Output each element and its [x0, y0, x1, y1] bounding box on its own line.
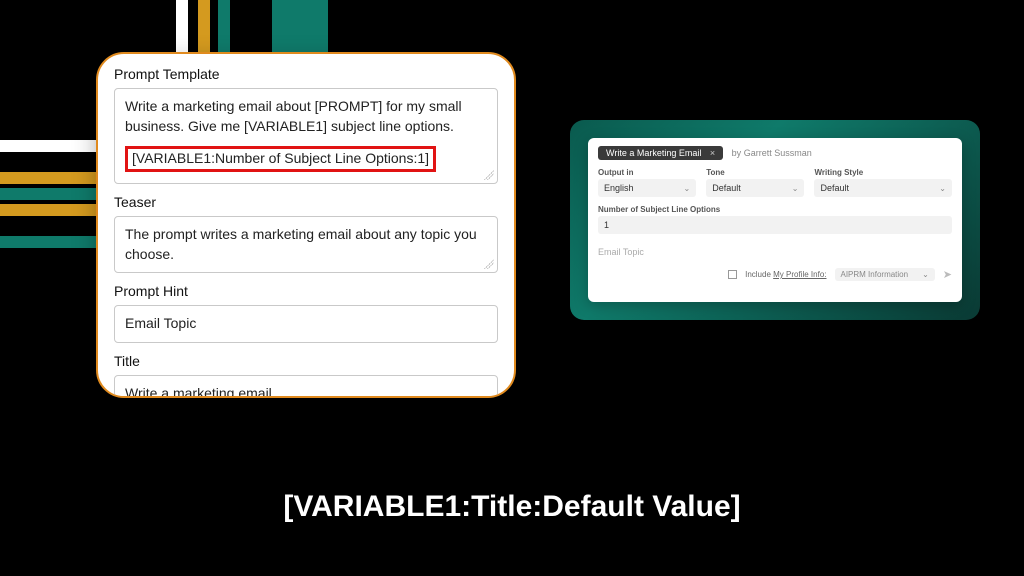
profile-info-link[interactable]: My Profile Info:: [773, 270, 826, 279]
prompt-editor-panel: Prompt Template Write a marketing email …: [96, 52, 516, 398]
teaser-label: Teaser: [114, 194, 498, 210]
prompt-template-text: Write a marketing email about [PROMPT] f…: [125, 98, 462, 134]
prompt-footer: Include My Profile Info: AIPRM Informati…: [598, 268, 952, 281]
title-label: Title: [114, 353, 498, 369]
variable-definition-highlight: [VARIABLE1:Number of Subject Line Option…: [125, 146, 436, 172]
prompt-chip[interactable]: Write a Marketing Email ×: [598, 146, 723, 160]
prompt-chip-label: Write a Marketing Email: [606, 148, 701, 158]
title-input[interactable]: Write a marketing email: [114, 375, 498, 398]
deco-bar: [0, 172, 96, 184]
deco-bar: [0, 204, 96, 216]
prompt-template-textarea[interactable]: Write a marketing email about [PROMPT] f…: [114, 88, 498, 184]
chevron-down-icon: ⌄: [939, 184, 946, 193]
deco-bar: [0, 188, 96, 200]
title-text: Write a marketing email: [125, 385, 272, 398]
prompt-hint-text: Email Topic: [125, 315, 196, 331]
writing-style-label: Writing Style: [814, 168, 952, 177]
deco-bar: [0, 140, 96, 152]
teaser-text: The prompt writes a marketing email abou…: [125, 226, 477, 262]
chevron-down-icon: ⌄: [792, 184, 799, 193]
variable-label: Number of Subject Line Options: [598, 205, 952, 214]
deco-bar: [0, 236, 96, 248]
tone-value: Default: [712, 183, 741, 193]
chevron-down-icon: ⌄: [922, 270, 929, 279]
send-icon[interactable]: ➤: [943, 268, 952, 281]
deco-stripe: [176, 0, 188, 55]
close-icon[interactable]: ×: [710, 148, 715, 158]
syntax-caption: [VARIABLE1:Title:Default Value]: [0, 490, 1024, 524]
author-byline: by Garrett Sussman: [732, 148, 812, 158]
deco-stripe: [198, 0, 210, 55]
output-in-value: English: [604, 183, 634, 193]
deco-bar: [0, 156, 96, 168]
resize-handle-icon[interactable]: [484, 259, 494, 269]
include-profile-checkbox[interactable]: [728, 270, 737, 279]
profile-info-value: AIPRM Information: [841, 270, 909, 279]
chevron-down-icon: ⌄: [684, 184, 691, 193]
tone-label: Tone: [706, 168, 804, 177]
output-in-label: Output in: [598, 168, 696, 177]
email-topic-placeholder: Email Topic: [598, 247, 644, 257]
include-label: Include My Profile Info:: [745, 270, 826, 279]
resize-handle-icon[interactable]: [484, 170, 494, 180]
prompt-hint-label: Prompt Hint: [114, 283, 498, 299]
writing-style-value: Default: [820, 183, 849, 193]
prompt-runner-card: Write a Marketing Email × by Garrett Sus…: [588, 138, 962, 302]
tone-select[interactable]: Default ⌄: [706, 179, 804, 197]
deco-stripe: [218, 0, 230, 55]
deco-stripe: [272, 0, 328, 55]
profile-info-select[interactable]: AIPRM Information ⌄: [835, 268, 935, 281]
writing-style-select[interactable]: Default ⌄: [814, 179, 952, 197]
prompt-hint-input[interactable]: Email Topic: [114, 305, 498, 343]
email-topic-input[interactable]: Email Topic: [598, 244, 952, 260]
output-in-select[interactable]: English ⌄: [598, 179, 696, 197]
prompt-template-label: Prompt Template: [114, 66, 498, 82]
variable-value: 1: [604, 220, 609, 230]
deco-bar: [0, 220, 96, 232]
deco-stripe: [238, 0, 250, 55]
variable-input[interactable]: 1: [598, 216, 952, 234]
prompt-runner-frame: Write a Marketing Email × by Garrett Sus…: [570, 120, 980, 320]
teaser-textarea[interactable]: The prompt writes a marketing email abou…: [114, 216, 498, 273]
